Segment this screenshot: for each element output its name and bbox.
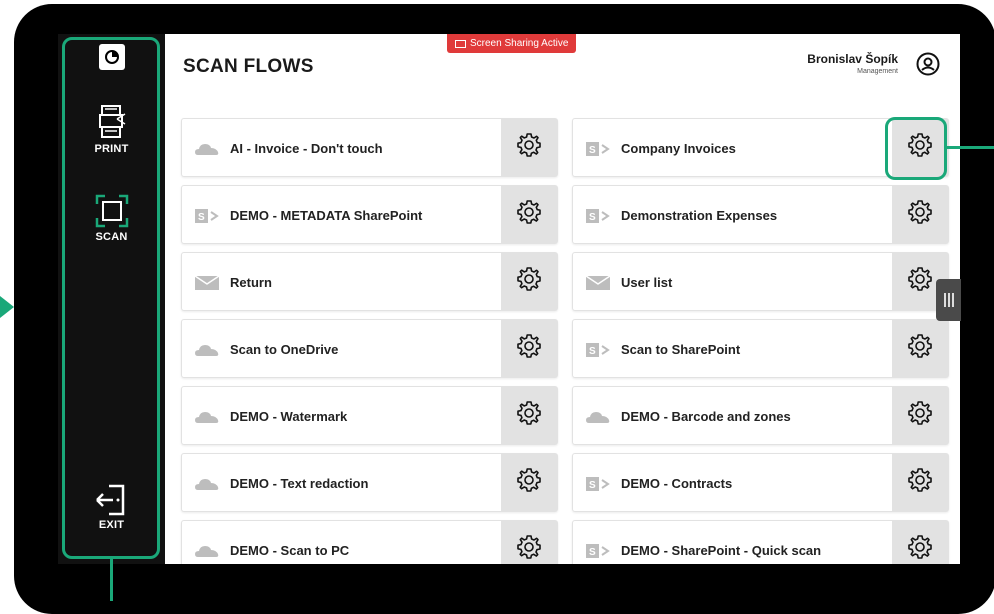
user-name: Bronislav Šopík: [807, 52, 898, 66]
gear-icon: [516, 400, 542, 431]
flow-label: DEMO - Barcode and zones: [621, 409, 791, 424]
gear-icon: [907, 333, 933, 364]
user-info: Bronislav Šopík Management: [807, 52, 898, 75]
flow-card[interactable]: S DEMO - Contracts: [572, 453, 949, 512]
gear-icon: [516, 333, 542, 364]
cloud-icon: [194, 543, 220, 559]
gear-icon: [516, 266, 542, 297]
flow-settings-button[interactable]: [501, 186, 557, 243]
sharepoint-icon: S: [585, 543, 611, 559]
flow-label: Scan to SharePoint: [621, 342, 741, 357]
flow-card[interactable]: DEMO - Watermark: [181, 386, 558, 445]
gear-icon: [516, 199, 542, 230]
svg-text:S: S: [589, 547, 596, 558]
gear-icon: [516, 534, 542, 564]
cloud-icon: [194, 141, 220, 157]
flow-label: DEMO - Scan to PC: [230, 543, 350, 558]
cloud-icon: [585, 409, 611, 425]
user-avatar-icon[interactable]: [916, 52, 940, 76]
flow-settings-button[interactable]: [501, 119, 557, 176]
sharepoint-icon: S: [585, 476, 611, 492]
app-screen: PRINT SCAN EXIT SCAN FLOWS Screen Sharin…: [58, 34, 960, 564]
flow-card[interactable]: S Demonstration Expenses: [572, 185, 949, 244]
flow-settings-button[interactable]: [501, 521, 557, 564]
gear-icon: [907, 266, 933, 297]
flow-label: User list: [621, 275, 673, 290]
flow-label: DEMO - METADATA SharePoint: [230, 208, 423, 223]
flow-label: DEMO - SharePoint - Quick scan: [621, 543, 822, 558]
flow-label: Return: [230, 275, 272, 290]
flow-settings-button[interactable]: [892, 320, 948, 377]
cloud-icon: [194, 342, 220, 358]
gear-icon: [907, 400, 933, 431]
side-drawer-handle[interactable]: [936, 279, 961, 321]
svg-text:S: S: [589, 480, 596, 491]
settings-highlight: [885, 117, 947, 180]
svg-text:S: S: [198, 212, 205, 223]
mail-icon: [194, 275, 220, 291]
flow-settings-button[interactable]: [892, 387, 948, 444]
flow-label: DEMO - Watermark: [230, 409, 348, 424]
gear-icon: [516, 467, 542, 498]
cloud-icon: [194, 409, 220, 425]
gear-icon: [907, 534, 933, 564]
monitor-icon: [455, 39, 466, 48]
flow-card[interactable]: AI - Invoice - Don't touch: [181, 118, 558, 177]
flow-settings-button[interactable]: [501, 387, 557, 444]
flow-settings-button[interactable]: [501, 454, 557, 511]
scan-flows-grid: AI - Invoice - Don't touch S Company Invoi…: [165, 96, 960, 564]
header: SCAN FLOWS Screen Sharing Active Bronisl…: [165, 34, 960, 97]
mail-icon: [585, 275, 611, 291]
flow-card[interactable]: User list: [572, 252, 949, 311]
flow-settings-button[interactable]: [892, 454, 948, 511]
screen-sharing-text: Screen Sharing Active: [470, 38, 569, 49]
sharepoint-icon: S: [585, 208, 611, 224]
flow-settings-button[interactable]: [892, 186, 948, 243]
flow-card[interactable]: DEMO - Text redaction: [181, 453, 558, 512]
svg-text:S: S: [589, 145, 596, 156]
flow-label: AI - Invoice - Don't touch: [230, 141, 383, 156]
callout-line-bottom: [110, 559, 113, 601]
flow-card[interactable]: DEMO - Barcode and zones: [572, 386, 949, 445]
screen-sharing-badge: Screen Sharing Active: [447, 34, 577, 53]
flow-settings-button[interactable]: [892, 521, 948, 564]
gear-icon: [907, 467, 933, 498]
svg-text:S: S: [589, 212, 596, 223]
flow-label: Company Invoices: [621, 141, 736, 156]
flow-label: Scan to OneDrive: [230, 342, 339, 357]
flow-label: DEMO - Text redaction: [230, 476, 369, 491]
flow-label: DEMO - Contracts: [621, 476, 733, 491]
callout-arrow: [0, 296, 14, 318]
gear-icon: [516, 132, 542, 163]
flow-card[interactable]: Scan to OneDrive: [181, 319, 558, 378]
sidebar-highlight: [62, 37, 160, 559]
flow-settings-button[interactable]: [501, 253, 557, 310]
gear-icon: [907, 199, 933, 230]
svg-text:S: S: [589, 346, 596, 357]
flow-label: Demonstration Expenses: [621, 208, 778, 223]
sharepoint-icon: S: [194, 208, 220, 224]
flow-settings-button[interactable]: [501, 320, 557, 377]
sharepoint-icon: S: [585, 342, 611, 358]
page-title: SCAN FLOWS: [183, 56, 314, 77]
user-role: Management: [857, 68, 898, 75]
sharepoint-icon: S: [585, 141, 611, 157]
flow-card[interactable]: S DEMO - METADATA SharePoint: [181, 185, 558, 244]
cloud-icon: [194, 476, 220, 492]
flow-card[interactable]: DEMO - Scan to PC: [181, 520, 558, 564]
flow-card[interactable]: S DEMO - SharePoint - Quick scan: [572, 520, 949, 564]
callout-line-right: [947, 146, 994, 149]
flow-card[interactable]: S Scan to SharePoint: [572, 319, 949, 378]
flow-card[interactable]: Return: [181, 252, 558, 311]
